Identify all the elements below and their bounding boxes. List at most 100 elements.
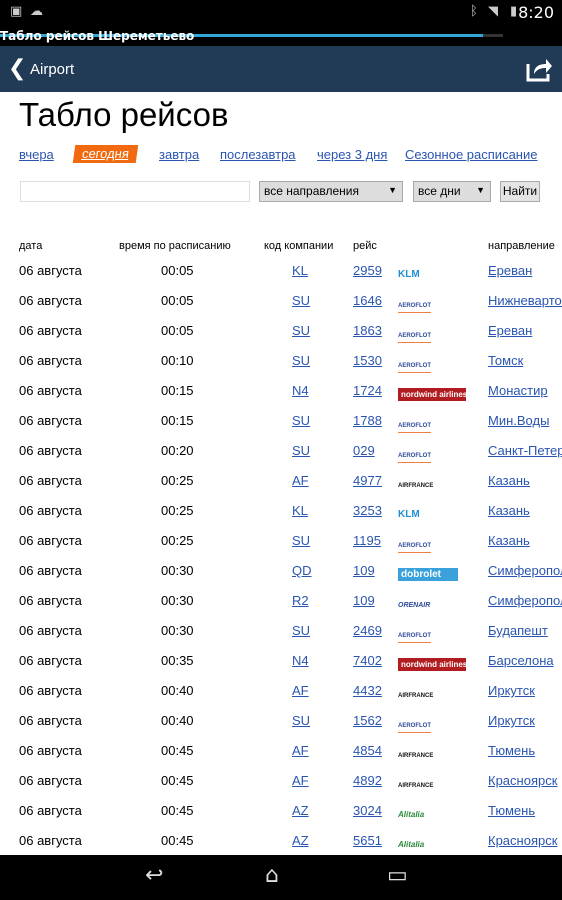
back-button[interactable]: Airport <box>30 61 74 78</box>
flight-number-link[interactable]: 2469 <box>353 623 382 638</box>
date: 06 августа <box>19 593 82 608</box>
table-row: 06 августа 00:30 R2 109 ORENAIR Симфероп… <box>0 588 562 618</box>
table-row: 06 августа 00:40 SU 1562 AEROFLOT Иркутс… <box>0 708 562 738</box>
airline-code-link[interactable]: AZ <box>292 833 309 848</box>
direction-link[interactable]: Томск <box>488 353 523 368</box>
scheduled-time: 00:45 <box>161 743 194 758</box>
direction-link[interactable]: Казань <box>488 503 530 518</box>
flight-number-link[interactable]: 109 <box>353 563 375 578</box>
airline-code-link[interactable]: AZ <box>292 803 309 818</box>
flight-number-link[interactable]: 4432 <box>353 683 382 698</box>
direction-link[interactable]: Нижневартовск <box>488 293 562 308</box>
flight-number-link[interactable]: 4977 <box>353 473 382 488</box>
clock: 8:20 <box>518 3 554 22</box>
flight-number-link[interactable]: 1562 <box>353 713 382 728</box>
airline-code-link[interactable]: KL <box>292 503 308 518</box>
flight-number-link[interactable]: 3024 <box>353 803 382 818</box>
direction-link[interactable]: Барселона <box>488 653 554 668</box>
tab-today[interactable]: сегодня <box>72 145 139 163</box>
airline-code-link[interactable]: SU <box>292 413 310 428</box>
date: 06 августа <box>19 563 82 578</box>
airline-logo: nordwind airlines <box>398 658 467 671</box>
page-title: Табло рейсов <box>19 96 229 133</box>
app-bar: ❮ Airport <box>0 46 562 92</box>
back-nav-icon[interactable]: ↩ <box>145 863 163 888</box>
airline-code-link[interactable]: SU <box>292 293 310 308</box>
battery-icon: ▮ <box>510 4 518 19</box>
recent-apps-icon[interactable]: ▭ <box>387 863 408 888</box>
airline-code-link[interactable]: SU <box>292 323 310 338</box>
airline-code-link[interactable]: KL <box>292 263 308 278</box>
direction-link[interactable]: Симферополь <box>488 563 562 578</box>
direction-link[interactable]: Казань <box>488 473 530 488</box>
airline-code-link[interactable]: SU <box>292 713 310 728</box>
tab-yesterday[interactable]: вчера <box>19 147 54 162</box>
flight-number-link[interactable]: 4854 <box>353 743 382 758</box>
flight-number-link[interactable]: 1724 <box>353 383 382 398</box>
flight-number-link[interactable]: 1788 <box>353 413 382 428</box>
direction-link[interactable]: Мин.Воды <box>488 413 549 428</box>
airline-code-link[interactable]: QD <box>292 563 312 578</box>
direction-link[interactable]: Ереван <box>488 323 532 338</box>
airline-code-link[interactable]: AF <box>292 773 309 788</box>
direction-link[interactable]: Казань <box>488 533 530 548</box>
airline-code-link[interactable]: N4 <box>292 653 309 668</box>
flight-number-link[interactable]: 1195 <box>353 533 381 548</box>
search-input[interactable] <box>20 181 250 202</box>
flight-number-link[interactable]: 029 <box>353 443 375 458</box>
direction-select[interactable]: все направления ▼ <box>259 181 403 202</box>
flight-number-link[interactable]: 5651 <box>353 833 382 848</box>
airline-logo: AIRFRANCE <box>398 693 434 699</box>
table-row: 06 августа 00:05 KL 2959 KLM Ереван <box>0 258 562 288</box>
flight-number-link[interactable]: 2959 <box>353 263 382 278</box>
direction-link[interactable]: Иркутск <box>488 683 535 698</box>
scheduled-time: 00:35 <box>161 653 194 668</box>
direction-link[interactable]: Тюмень <box>488 803 535 818</box>
tab-seasonal-schedule[interactable]: Сезонное расписание <box>405 147 537 162</box>
direction-link[interactable]: Симферополь <box>488 593 562 608</box>
direction-link[interactable]: Будапешт <box>488 623 548 638</box>
col-airline-code: код компании <box>264 240 334 252</box>
flight-number-link[interactable]: 3253 <box>353 503 382 518</box>
direction-link[interactable]: Санкт-Петербург <box>488 443 562 458</box>
days-select[interactable]: все дни ▼ <box>413 181 491 202</box>
airline-code-link[interactable]: R2 <box>292 593 309 608</box>
direction-link[interactable]: Иркутск <box>488 713 535 728</box>
airline-code-link[interactable]: SU <box>292 623 310 638</box>
flight-number-link[interactable]: 7402 <box>353 653 382 668</box>
airline-code-link[interactable]: AF <box>292 683 309 698</box>
table-row: 06 августа 00:40 AF 4432 AIRFRANCE Иркут… <box>0 678 562 708</box>
share-icon[interactable] <box>526 56 552 82</box>
airline-code-link[interactable]: AF <box>292 743 309 758</box>
table-row: 06 августа 00:25 SU 1195 AEROFLOT Казань <box>0 528 562 558</box>
direction-link[interactable]: Тюмень <box>488 743 535 758</box>
airline-code-link[interactable]: SU <box>292 443 310 458</box>
airline-code-link[interactable]: AF <box>292 473 309 488</box>
flight-number-link[interactable]: 1863 <box>353 323 382 338</box>
flight-number-link[interactable]: 1530 <box>353 353 382 368</box>
scheduled-time: 00:25 <box>161 533 194 548</box>
date: 06 августа <box>19 803 82 818</box>
tab-tomorrow[interactable]: завтра <box>159 147 199 162</box>
flight-number-link[interactable]: 109 <box>353 593 375 608</box>
date: 06 августа <box>19 503 82 518</box>
direction-link[interactable]: Красноярск <box>488 773 557 788</box>
tab-day-after-tomorrow[interactable]: послезавтра <box>220 147 296 162</box>
flight-number-link[interactable]: 4892 <box>353 773 382 788</box>
airline-code-link[interactable]: SU <box>292 353 310 368</box>
tab-in-3-days[interactable]: через 3 дня <box>317 147 387 162</box>
direction-link[interactable]: Ереван <box>488 263 532 278</box>
flight-number-link[interactable]: 1646 <box>353 293 382 308</box>
airline-code-link[interactable]: SU <box>292 533 310 548</box>
airline-code-link[interactable]: N4 <box>292 383 309 398</box>
direction-link[interactable]: Красноярск <box>488 833 557 848</box>
direction-link[interactable]: Монастир <box>488 383 548 398</box>
scheduled-time: 00:40 <box>161 683 194 698</box>
find-button[interactable]: Найти <box>500 181 540 202</box>
scheduled-time: 00:45 <box>161 833 194 848</box>
dropdown-arrow-icon: ▼ <box>476 185 485 195</box>
home-nav-icon[interactable]: ⌂ <box>265 863 279 888</box>
date: 06 августа <box>19 743 82 758</box>
airline-logo: KLM <box>398 269 420 280</box>
back-chevron-icon[interactable]: ❮ <box>8 56 26 81</box>
